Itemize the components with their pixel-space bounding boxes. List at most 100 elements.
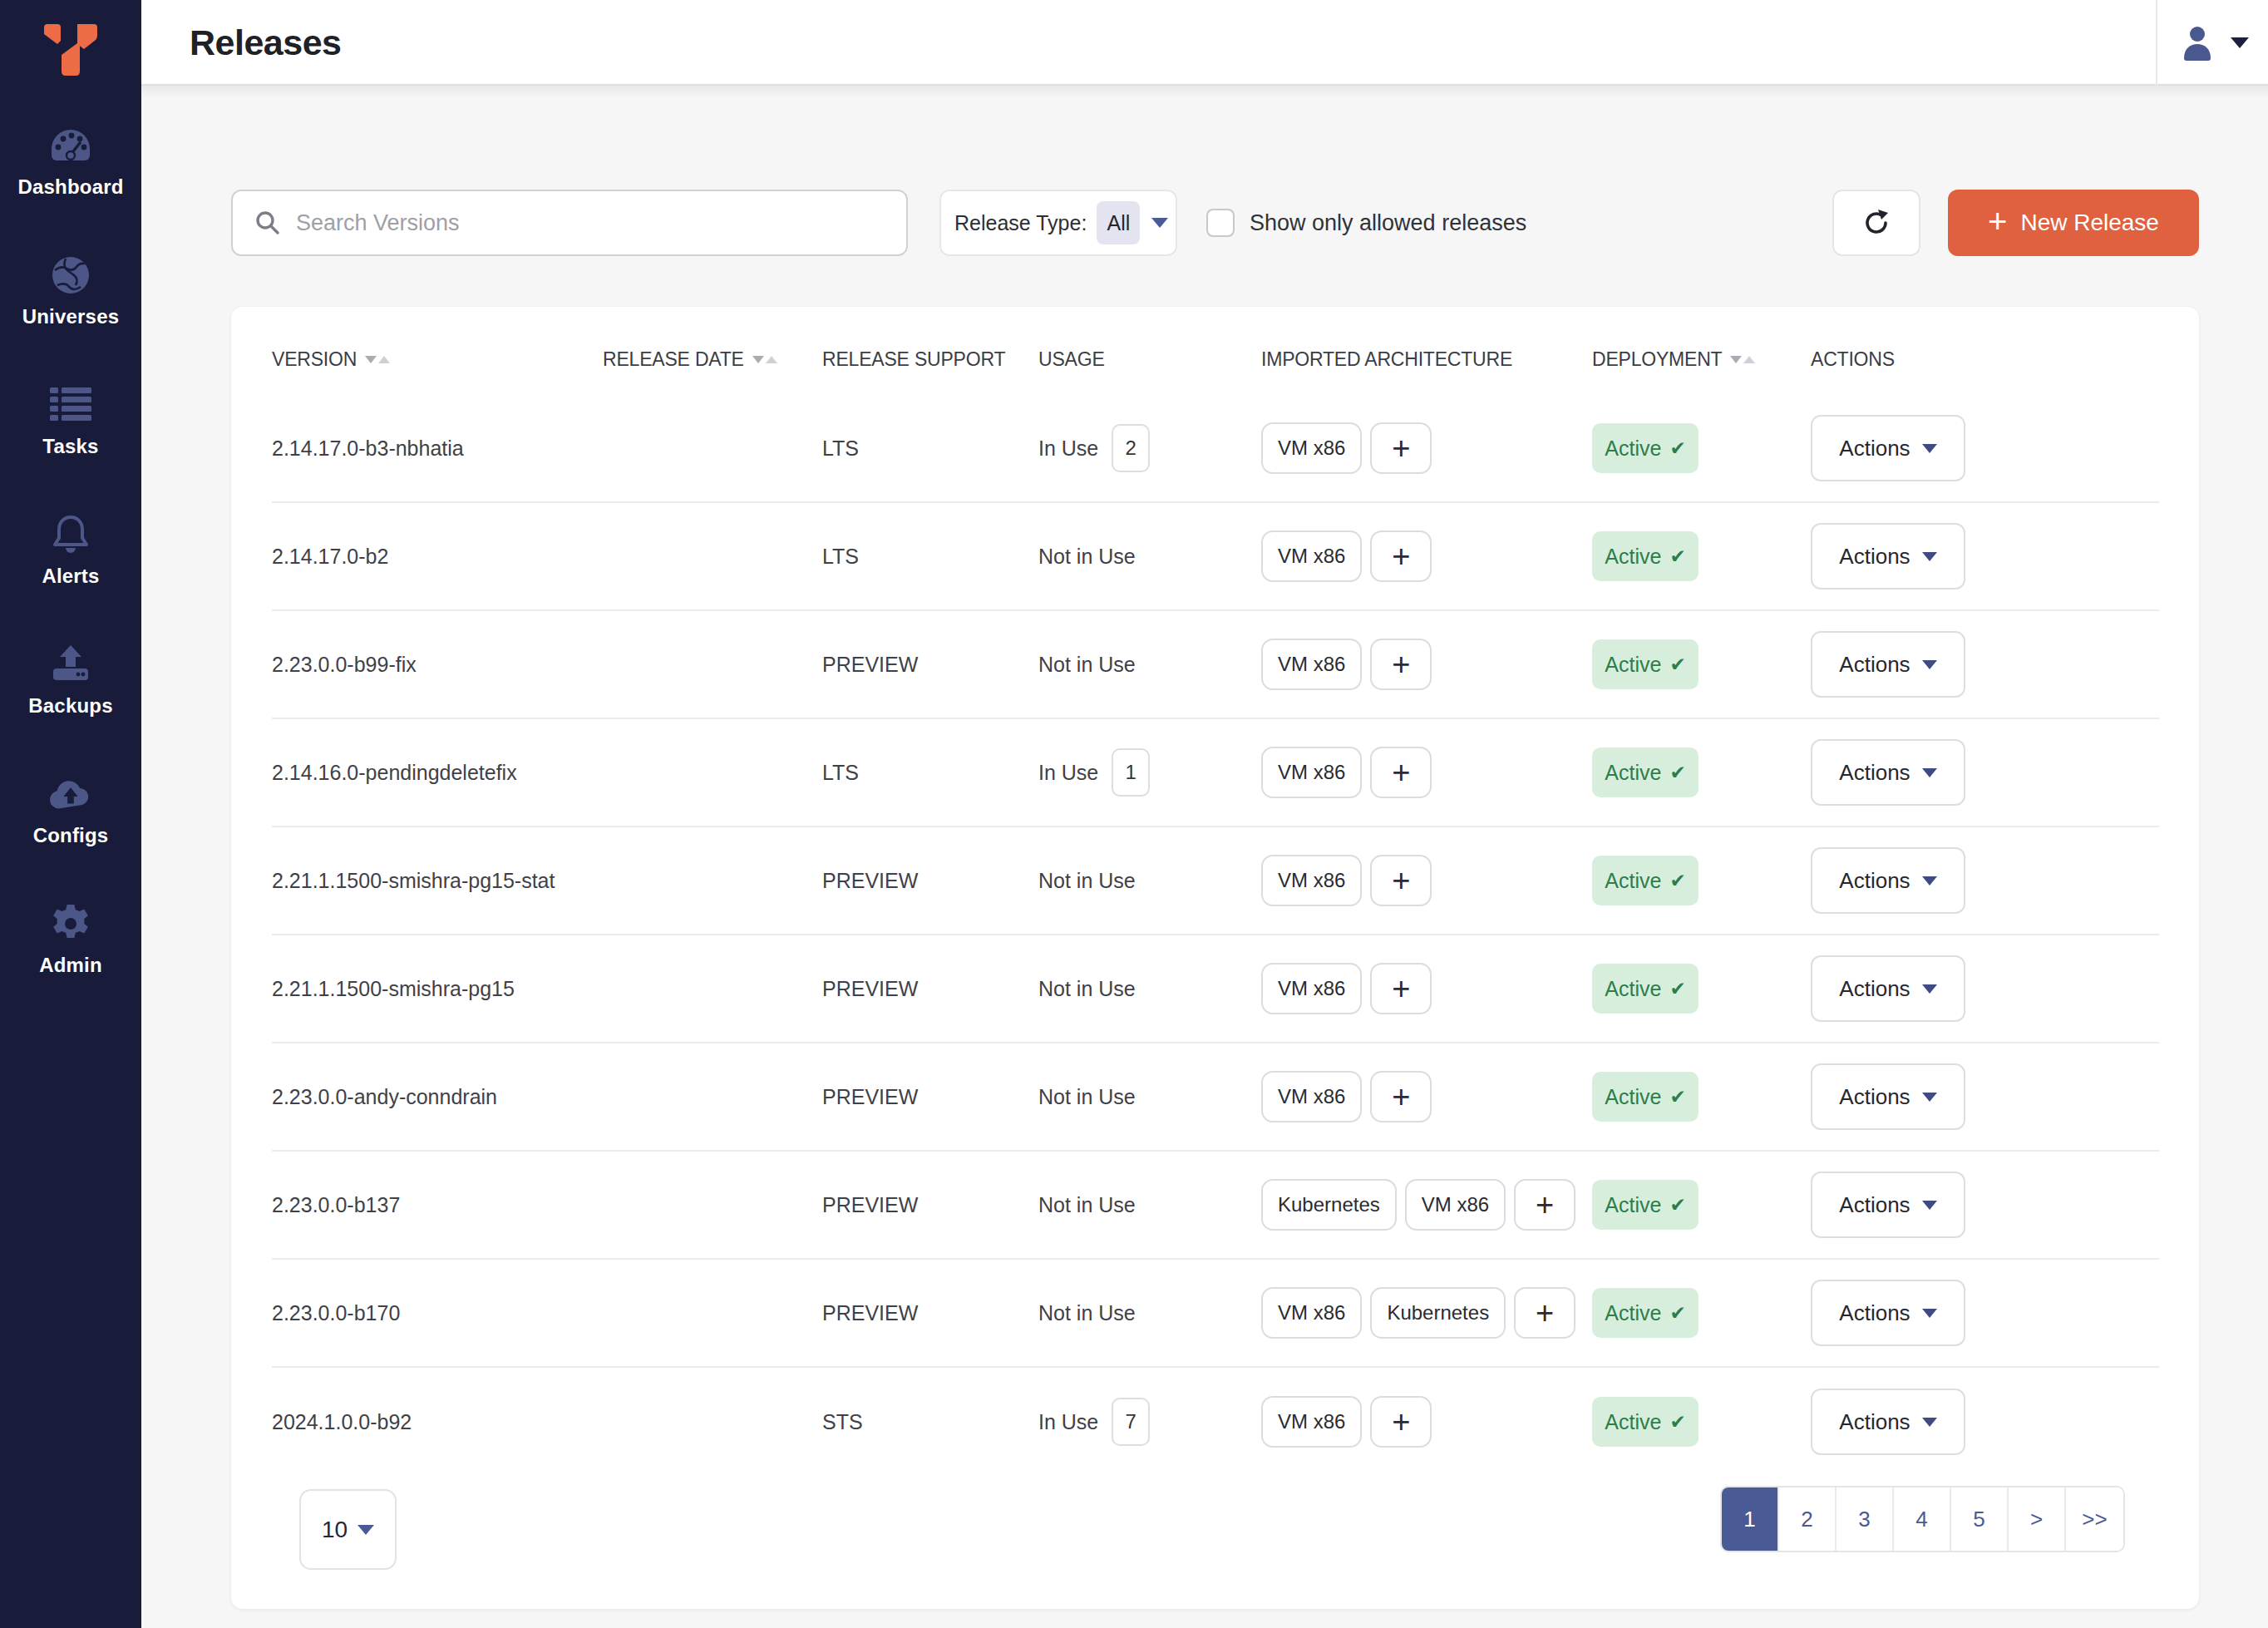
page-button-4[interactable]: 4 bbox=[1894, 1487, 1951, 1551]
architecture-pill[interactable]: VM x86 bbox=[1261, 639, 1362, 690]
check-icon: ✔ bbox=[1669, 1194, 1685, 1216]
actions-caret-icon bbox=[1922, 1201, 1937, 1210]
deployment-status-badge: Active✔ bbox=[1592, 1288, 1699, 1338]
table-row: 2.21.1.1500-smishra-pg15-stat PREVIEW No… bbox=[272, 827, 2159, 935]
add-architecture-button[interactable]: + bbox=[1370, 639, 1432, 690]
sidebar-item-backups[interactable]: Backups bbox=[0, 641, 141, 771]
usage-cell: Not in Use bbox=[1038, 653, 1261, 677]
architecture-pill[interactable]: VM x86 bbox=[1261, 1396, 1362, 1448]
column-header-deployment[interactable]: DEPLOYMENT bbox=[1592, 348, 1811, 371]
add-architecture-button[interactable]: + bbox=[1370, 530, 1432, 582]
new-release-button[interactable]: + New Release bbox=[1948, 190, 2199, 256]
actions-cell: Actions bbox=[1811, 523, 2159, 590]
actions-button[interactable]: Actions bbox=[1811, 523, 1965, 590]
user-icon bbox=[2177, 23, 2217, 63]
architecture-pill[interactable]: Kubernetes bbox=[1261, 1179, 1397, 1231]
usage-count-badge[interactable]: 1 bbox=[1112, 748, 1150, 797]
sidebar-item-dashboard[interactable]: Dashboard bbox=[0, 122, 141, 252]
search-input[interactable] bbox=[296, 210, 878, 236]
actions-cell: Actions bbox=[1811, 415, 2159, 481]
release-support-cell: PREVIEW bbox=[822, 977, 1038, 1001]
architecture-pill[interactable]: VM x86 bbox=[1261, 747, 1362, 798]
actions-button[interactable]: Actions bbox=[1811, 955, 1965, 1022]
page-button-3[interactable]: 3 bbox=[1837, 1487, 1894, 1551]
refresh-button[interactable] bbox=[1832, 190, 1920, 256]
actions-cell: Actions bbox=[1811, 631, 2159, 698]
table-row: 2.21.1.1500-smishra-pg15 PREVIEW Not in … bbox=[272, 935, 2159, 1043]
add-architecture-button[interactable]: + bbox=[1514, 1179, 1575, 1231]
usage-cell: In Use1 bbox=[1038, 748, 1261, 797]
page-button->[interactable]: > bbox=[2009, 1487, 2066, 1551]
table-row: 2.14.16.0-pendingdeletefix LTS In Use1 V… bbox=[272, 719, 2159, 827]
sort-desc-icon bbox=[752, 356, 764, 363]
imported-architecture-cell: VM x86+ bbox=[1261, 1396, 1592, 1448]
deployment-status-badge: Active✔ bbox=[1592, 531, 1699, 581]
page-button-1[interactable]: 1 bbox=[1722, 1487, 1779, 1551]
deployment-cell: Active✔ bbox=[1592, 1288, 1811, 1338]
architecture-pill[interactable]: VM x86 bbox=[1261, 855, 1362, 906]
refresh-icon bbox=[1860, 206, 1893, 239]
architecture-pill[interactable]: VM x86 bbox=[1261, 530, 1362, 582]
sidebar-item-configs[interactable]: Configs bbox=[0, 771, 141, 900]
add-architecture-button[interactable]: + bbox=[1370, 1396, 1432, 1448]
actions-button[interactable]: Actions bbox=[1811, 739, 1965, 806]
release-support-cell: LTS bbox=[822, 437, 1038, 461]
add-architecture-button[interactable]: + bbox=[1370, 963, 1432, 1014]
gear-icon bbox=[47, 900, 94, 947]
add-architecture-button[interactable]: + bbox=[1370, 422, 1432, 474]
user-menu[interactable] bbox=[2156, 0, 2268, 86]
release-type-value[interactable]: All bbox=[1097, 201, 1140, 244]
page-button-5[interactable]: 5 bbox=[1951, 1487, 2009, 1551]
sort-icons[interactable] bbox=[752, 356, 777, 363]
yugabyte-logo[interactable] bbox=[0, 23, 141, 76]
add-architecture-button[interactable]: + bbox=[1370, 1071, 1432, 1122]
usage-count-badge[interactable]: 7 bbox=[1112, 1398, 1150, 1446]
architecture-pill[interactable]: VM x86 bbox=[1261, 963, 1362, 1014]
architecture-pill[interactable]: Kubernetes bbox=[1370, 1287, 1506, 1339]
sort-asc-icon bbox=[766, 356, 777, 363]
add-architecture-button[interactable]: + bbox=[1514, 1287, 1575, 1339]
version-cell: 2.21.1.1500-smishra-pg15 bbox=[272, 977, 603, 1001]
usage-cell: In Use7 bbox=[1038, 1398, 1261, 1446]
actions-button[interactable]: Actions bbox=[1811, 1063, 1965, 1130]
show-only-allowed-label: Show only allowed releases bbox=[1250, 210, 1526, 236]
sort-icons[interactable] bbox=[365, 356, 390, 363]
usage-count-badge[interactable]: 2 bbox=[1112, 424, 1150, 472]
architecture-pill[interactable]: VM x86 bbox=[1261, 422, 1362, 474]
actions-button[interactable]: Actions bbox=[1811, 847, 1965, 914]
show-only-allowed-checkbox[interactable] bbox=[1206, 209, 1235, 237]
add-architecture-button[interactable]: + bbox=[1370, 855, 1432, 906]
table-row: 2.23.0.0-andy-conndrain PREVIEW Not in U… bbox=[272, 1043, 2159, 1152]
version-cell: 2.14.16.0-pendingdeletefix bbox=[272, 761, 603, 785]
page-button->>[interactable]: >> bbox=[2066, 1487, 2123, 1551]
actions-button[interactable]: Actions bbox=[1811, 631, 1965, 698]
column-header-release-date[interactable]: RELEASE DATE bbox=[603, 348, 822, 371]
actions-cell: Actions bbox=[1811, 1063, 2159, 1130]
actions-button[interactable]: Actions bbox=[1811, 1280, 1965, 1346]
version-cell: 2.14.17.0-b3-nbhatia bbox=[272, 437, 603, 461]
architecture-pill[interactable]: VM x86 bbox=[1261, 1071, 1362, 1122]
actions-button[interactable]: Actions bbox=[1811, 1389, 1965, 1455]
pagination: 12345>>> bbox=[1720, 1486, 2125, 1552]
sidebar-item-alerts[interactable]: Alerts bbox=[0, 511, 141, 641]
architecture-pill[interactable]: VM x86 bbox=[1261, 1287, 1362, 1339]
actions-button[interactable]: Actions bbox=[1811, 1172, 1965, 1238]
actions-caret-icon bbox=[1922, 660, 1937, 669]
sidebar-item-tasks[interactable]: Tasks bbox=[0, 382, 141, 511]
sidebar-item-universes[interactable]: Universes bbox=[0, 252, 141, 382]
release-type-filter[interactable]: Release Type: All bbox=[939, 190, 1177, 256]
column-header-version[interactable]: VERSION bbox=[272, 348, 603, 371]
sort-icons[interactable] bbox=[1730, 356, 1755, 363]
check-icon: ✔ bbox=[1669, 1302, 1685, 1325]
architecture-pill[interactable]: VM x86 bbox=[1405, 1179, 1506, 1231]
add-architecture-button[interactable]: + bbox=[1370, 747, 1432, 798]
table-row: 2.14.17.0-b2 LTS Not in Use VM x86+ Acti… bbox=[272, 503, 2159, 611]
actions-caret-icon bbox=[1922, 876, 1937, 886]
actions-caret-icon bbox=[1922, 768, 1937, 777]
page-size-select[interactable]: 10 bbox=[299, 1489, 397, 1570]
actions-button[interactable]: Actions bbox=[1811, 415, 1965, 481]
usage-cell: Not in Use bbox=[1038, 869, 1261, 893]
sidebar-item-admin[interactable]: Admin bbox=[0, 900, 141, 1030]
page-button-2[interactable]: 2 bbox=[1779, 1487, 1837, 1551]
table-header-row: VERSIONRELEASE DATERELEASE SUPPORTUSAGEI… bbox=[272, 307, 2159, 395]
